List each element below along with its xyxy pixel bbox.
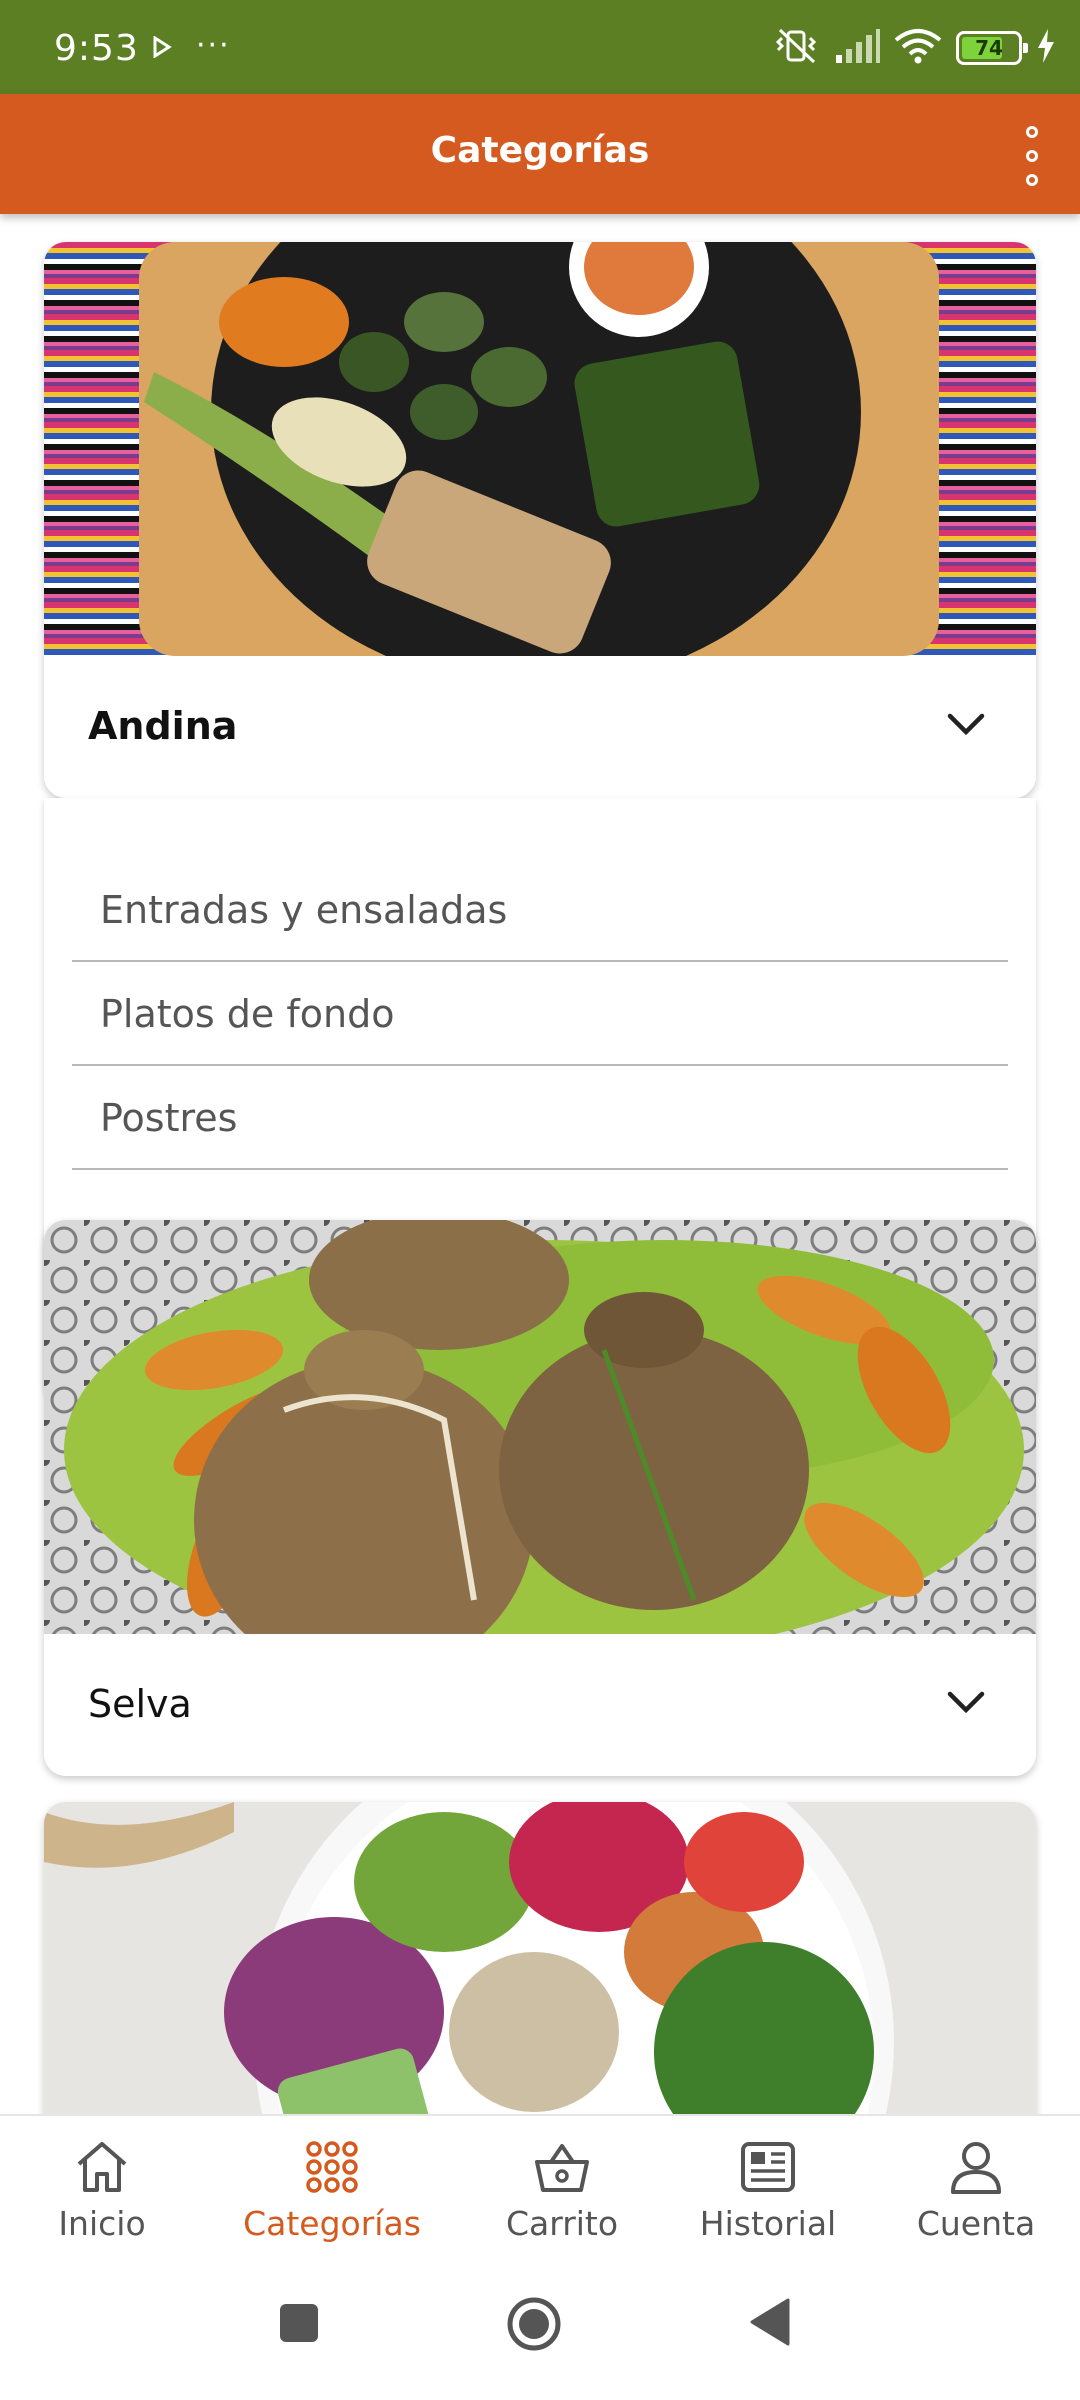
subcategory-item[interactable]: Postres [72,1066,1008,1170]
nav-item-historial[interactable]: Historial [668,2138,868,2258]
home-icon [77,2142,127,2192]
subcategory-label: Platos de fondo [100,992,395,1036]
chevron-down-icon[interactable] [946,712,986,742]
subcategory-item[interactable]: Platos de fondo [72,962,1008,1066]
wifi-icon [894,28,942,68]
subcategory-item[interactable]: Entradas y ensaladas [72,858,1008,962]
back-triangle-icon[interactable] [748,2298,790,2350]
grid-dots-icon [306,2141,358,2193]
category-header-selva[interactable]: Selva [44,1634,1036,1776]
nav-label: Historial [699,2204,837,2243]
app-bar: Categorías [0,94,1080,214]
page-title: Categorías [430,130,650,171]
newspaper-icon [741,2142,795,2192]
nav-label: Carrito [505,2204,619,2243]
category-title: Selva [88,1682,192,1726]
status-time: 9:53 [54,28,139,69]
battery-level: 74 [975,36,1003,60]
chevron-down-icon[interactable] [946,1690,986,1720]
play-icon [152,35,172,62]
category-card-third[interactable] [44,1802,1036,2114]
nav-item-carrito[interactable]: Carrito [462,2138,662,2258]
signal-icon [834,29,880,67]
nav-label: Categorías [243,2204,421,2243]
recents-square-icon[interactable] [278,2302,320,2348]
andina-dish-image [44,242,1036,656]
category-header-andina[interactable]: Andina [44,656,1036,798]
user-icon [951,2142,1001,2194]
charging-bolt-icon [1036,29,1056,67]
nav-label: Cuenta [916,2204,1036,2243]
bowl-dish-image [44,1802,1036,2114]
nav-item-categorias[interactable]: Categorías [232,2138,432,2258]
status-icons: 74 [774,26,1056,70]
subcategory-label: Postres [100,1096,238,1140]
basket-icon [535,2144,589,2192]
category-card-selva[interactable]: Selva [44,1220,1036,1776]
subcategory-label: Entradas y ensaladas [100,888,508,932]
selva-dish-image [44,1220,1036,1634]
categories-list[interactable]: Andina Entradas y ensaladas Platos de fo… [0,214,1080,2114]
category-title: Andina [88,704,238,748]
overflow-menu-icon[interactable] [1022,126,1042,186]
more-notifications-indicator: ··· [196,28,231,63]
vibrate-off-icon [774,26,820,70]
battery-icon: 74 [956,31,1028,65]
system-navigation-bar [0,2264,1080,2400]
nav-item-inicio[interactable]: Inicio [2,2138,202,2258]
nav-item-cuenta[interactable]: Cuenta [876,2138,1076,2258]
home-circle-icon[interactable] [506,2296,562,2356]
category-card-andina[interactable]: Andina [44,242,1036,798]
nav-label: Inicio [58,2204,146,2243]
bottom-navigation: Inicio Categorías Carrito Historial Cuen… [0,2114,1080,2264]
status-bar: 9:53 ··· 74 [0,0,1080,94]
